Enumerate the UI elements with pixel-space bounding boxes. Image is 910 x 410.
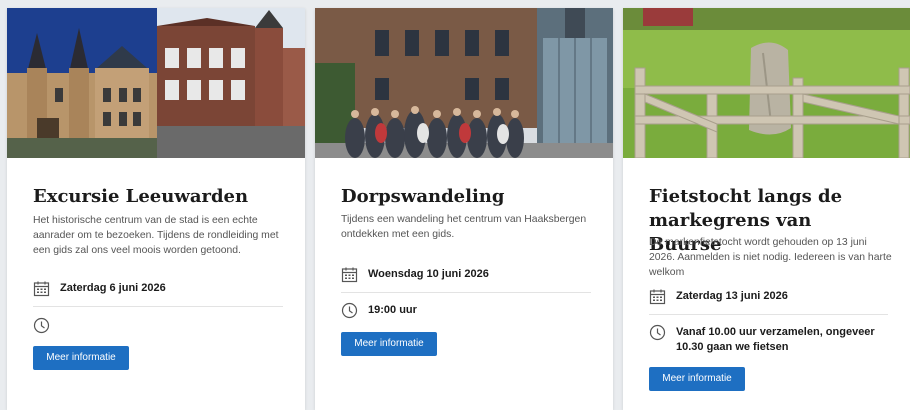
- event-date-row: Zaterdag 13 juni 2026: [649, 288, 888, 305]
- event-photo-dorpswandeling: [315, 8, 613, 158]
- clock-icon: [341, 302, 358, 319]
- event-time-row: 19:00 uur: [341, 302, 591, 319]
- event-date-row: Zaterdag 6 juni 2026: [33, 280, 283, 297]
- event-card-dorpswandeling: Dorpswandeling Tijdens een wandeling het…: [315, 8, 613, 410]
- divider: [341, 292, 591, 293]
- event-time-row: [33, 317, 283, 334]
- divider: [33, 306, 283, 307]
- event-date: Zaterdag 6 juni 2026: [60, 282, 166, 294]
- more-info-button[interactable]: Meer informatie: [341, 332, 437, 356]
- calendar-icon: [33, 280, 50, 297]
- event-time: Vanaf 10.00 uur verzamelen, ongeveer 10.…: [676, 326, 875, 353]
- event-time: 19:00 uur: [368, 304, 417, 316]
- calendar-icon: [649, 288, 666, 305]
- event-description: Het historische centrum van de stad is e…: [33, 215, 279, 256]
- event-time-row: Vanaf 10.00 uur verzamelen, ongeveer 10.…: [649, 324, 888, 355]
- event-description: De markenfietstocht wordt gehouden op 13…: [649, 237, 892, 278]
- event-date: Zaterdag 13 juni 2026: [676, 290, 788, 302]
- event-card-fietstocht: Fietstocht langs de markegrens van Buurs…: [623, 8, 910, 410]
- event-date-row: Woensdag 10 juni 2026: [341, 266, 591, 283]
- calendar-icon: [341, 266, 358, 283]
- event-photo-fietstocht: [623, 8, 910, 158]
- event-title: Dorpswandeling: [341, 186, 505, 207]
- event-description: Tijdens een wandeling het centrum van Ha…: [341, 214, 587, 240]
- event-photo-leeuwarden: [7, 8, 305, 158]
- clock-icon: [649, 324, 666, 341]
- event-date: Woensdag 10 juni 2026: [368, 268, 489, 280]
- event-title: Excursie Leeuwarden: [33, 186, 249, 207]
- clock-icon: [33, 317, 50, 334]
- more-info-button[interactable]: Meer informatie: [33, 346, 129, 370]
- divider: [649, 314, 888, 315]
- more-info-button[interactable]: Meer informatie: [649, 367, 745, 391]
- event-card-leeuwarden: Excursie Leeuwarden Het historische cent…: [7, 8, 305, 410]
